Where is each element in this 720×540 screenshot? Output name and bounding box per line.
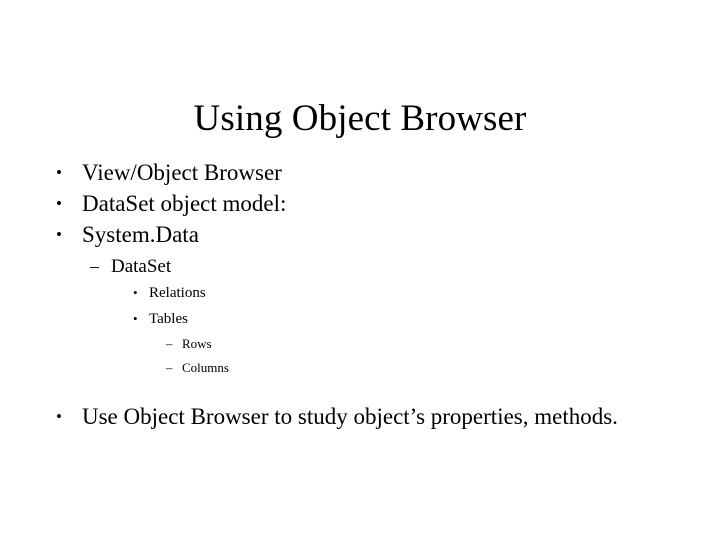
list-item-level4-rows[interactable]: – Rows [166,332,720,356]
page-title: Using Object Browser [193,97,527,139]
list-item-label: Tables [149,311,188,327]
bullet-dash-icon: – [166,360,173,375]
bullet-dot-icon: • [56,194,62,213]
list-item-label: View/Object Browser [82,160,282,185]
bullet-dot-icon: • [56,225,62,244]
list-item-level1-dataset-object-model[interactable]: • DataSet object model: [56,189,656,219]
list-item-level3-relations[interactable]: • Relations [133,280,720,306]
bullet-dot-icon: • [133,311,138,326]
list-item-label: Columns [182,360,229,375]
bullet-dot-icon: • [56,163,62,182]
list-item-label: Use Object Browser to study object’s pro… [82,404,618,429]
list-item-level1-system-data[interactable]: • System.Data [56,220,656,250]
bullet-dot-icon: • [56,407,62,426]
slide: Using Object Browser • View/Object Brows… [0,0,720,540]
list-item-level4-columns[interactable]: – Columns [166,356,720,380]
bullet-dot-icon: • [133,285,138,300]
bullet-dash-icon: – [90,256,99,276]
list-item-label: DataSet [111,256,172,277]
list-item-level1-use-object-browser[interactable]: • Use Object Browser to study object’s p… [56,402,656,432]
list-item-label: System.Data [82,222,199,247]
list-item-level2-dataset[interactable]: – DataSet [90,253,690,280]
bullet-dash-icon: – [166,336,173,351]
outline-body: • View/Object Browser • DataSet object m… [56,158,656,432]
list-item-label: Relations [149,285,206,301]
list-item-level1-view-object-browser[interactable]: • View/Object Browser [56,158,656,188]
list-item-label: Rows [182,336,212,351]
list-item-label: DataSet object model: [82,191,287,216]
list-item-level3-tables[interactable]: • Tables [133,306,720,332]
